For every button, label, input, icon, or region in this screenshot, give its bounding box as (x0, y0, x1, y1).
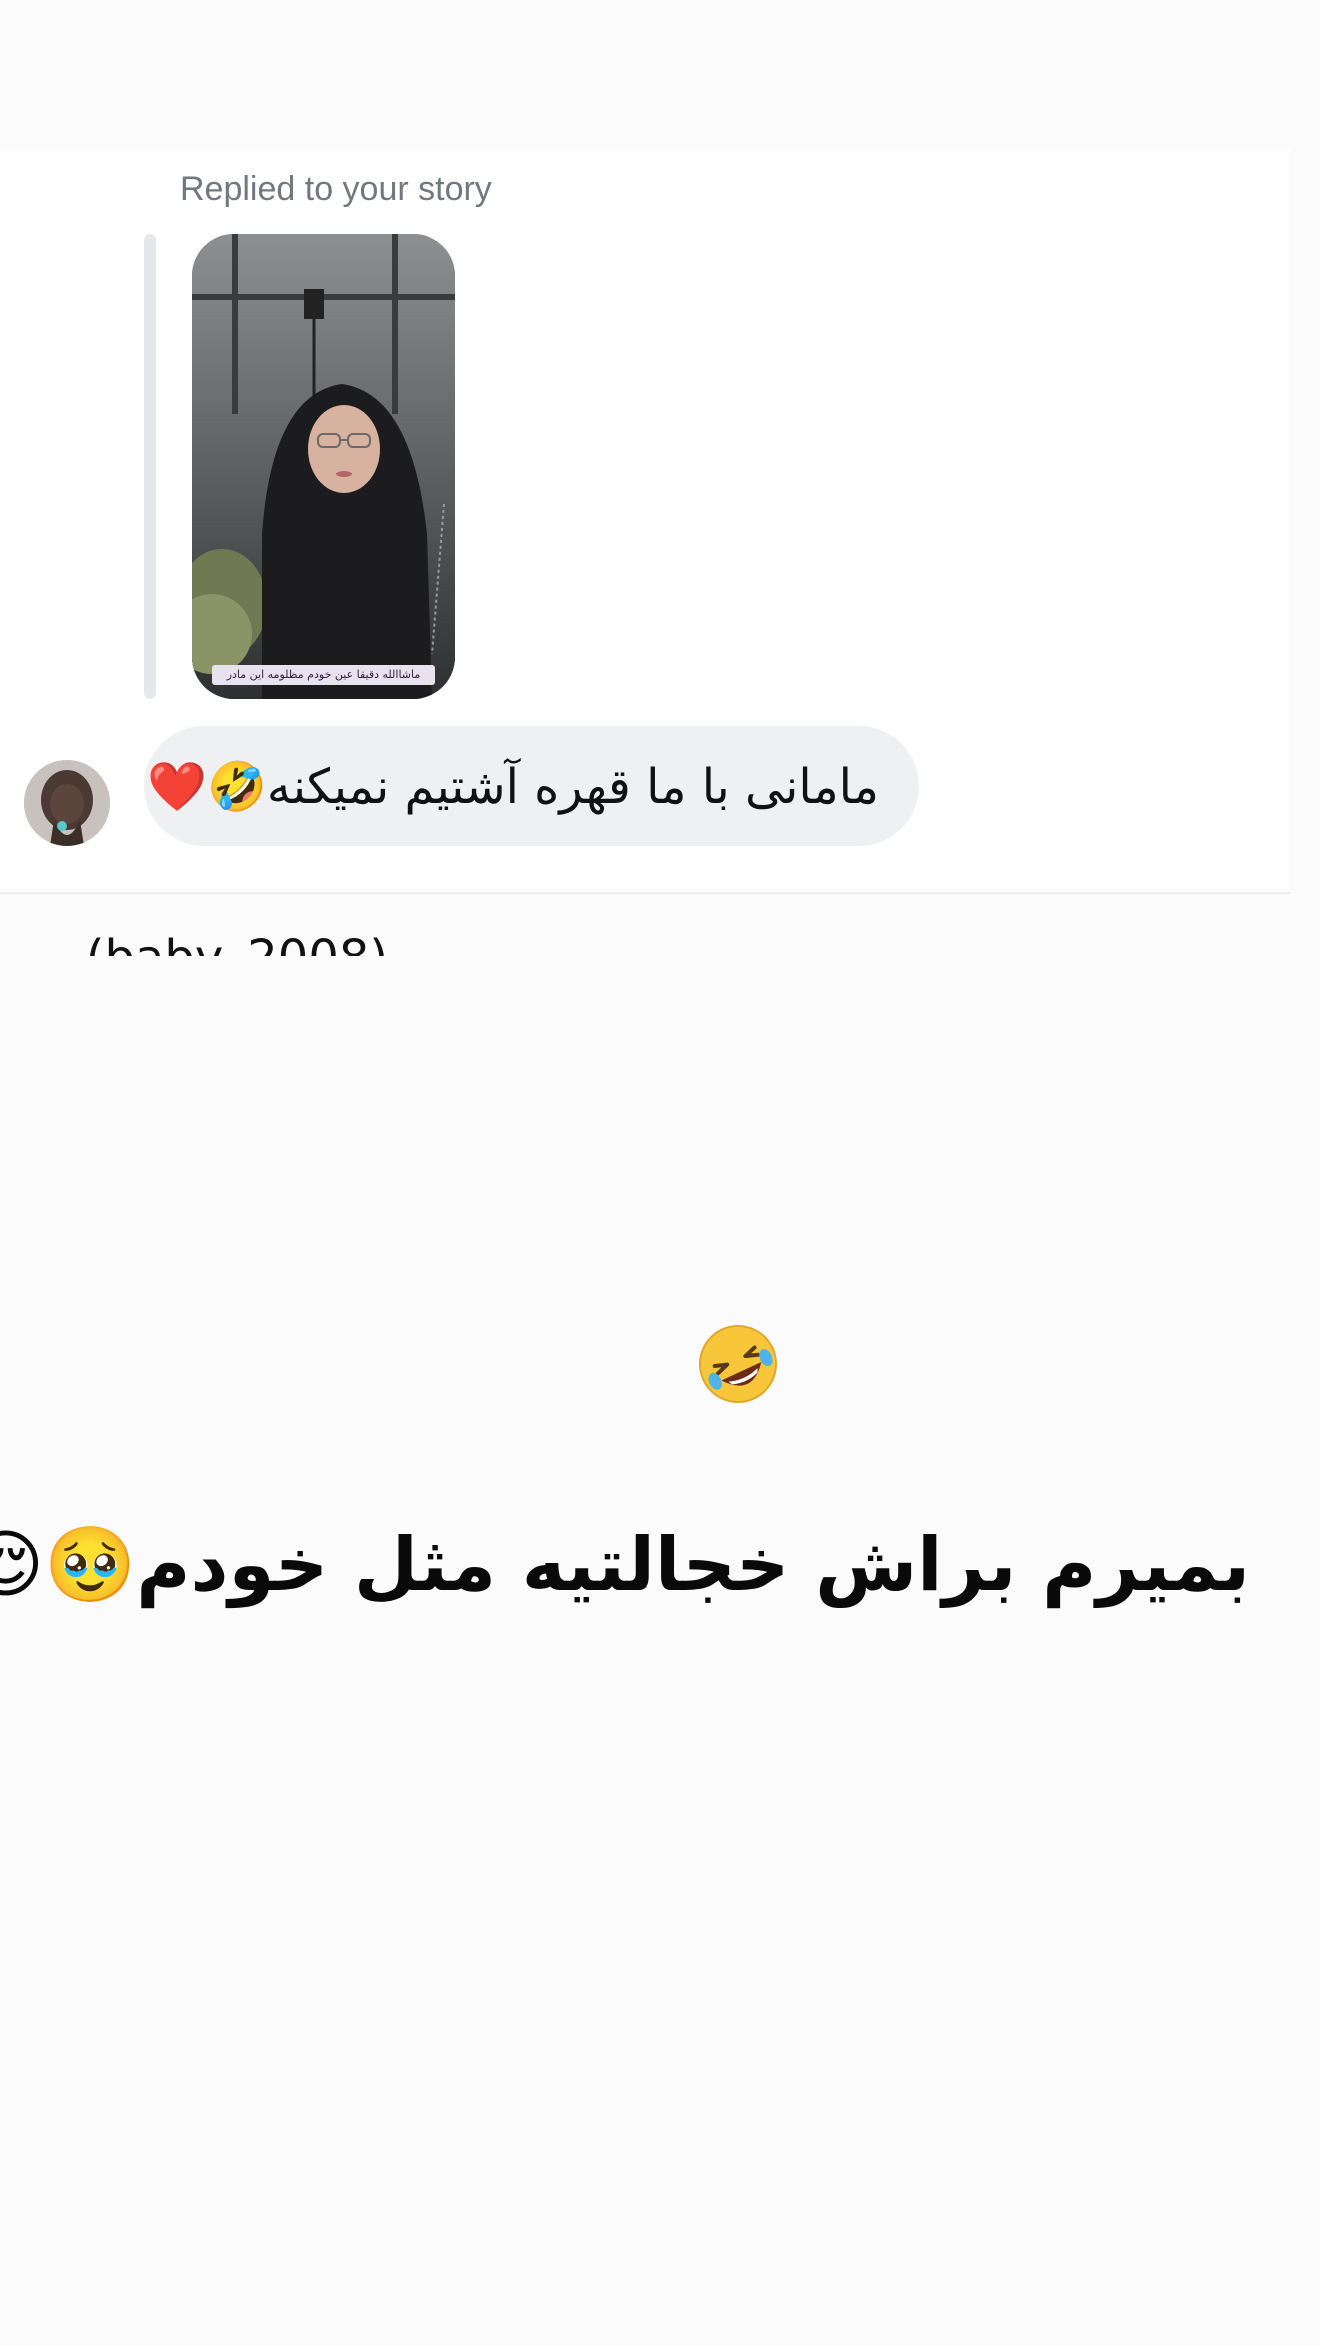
avatar-image (24, 760, 110, 846)
story-photo-image (192, 234, 455, 699)
rofl-emoji-sticker: 🤣 (696, 1322, 780, 1406)
divider (0, 892, 1290, 894)
reply-quote-bar (144, 234, 156, 699)
clipped-message-text: ...(baby_2008) (40, 930, 388, 956)
rofl-emoji-icon (699, 1325, 777, 1403)
message-thread-card: Replied to your story ماشاالله دقیقا عین… (0, 150, 1290, 892)
message-bubble[interactable]: مامانی با ما قهره آشتیم نمیکنه🤣❤️ (144, 726, 919, 846)
screen: Replied to your story ماشاالله دقیقا عین… (0, 0, 1320, 2346)
clipped-message-preview: ...(baby_2008) (40, 930, 1240, 956)
message-text: مامانی با ما قهره آشتیم نمیکنه🤣❤️ (147, 758, 879, 815)
story-caption: ماشاالله دقیقا عین خودم مظلومه این مادر (212, 665, 435, 685)
replied-to-story-label: Replied to your story (180, 170, 492, 208)
sender-avatar[interactable] (24, 760, 110, 846)
story-overlay-caption: بمیرم براش خجالتیه مثل خودم🥹😌 (0, 1522, 1250, 1608)
story-thumbnail[interactable]: ماشاالله دقیقا عین خودم مظلومه این مادر (192, 234, 455, 699)
